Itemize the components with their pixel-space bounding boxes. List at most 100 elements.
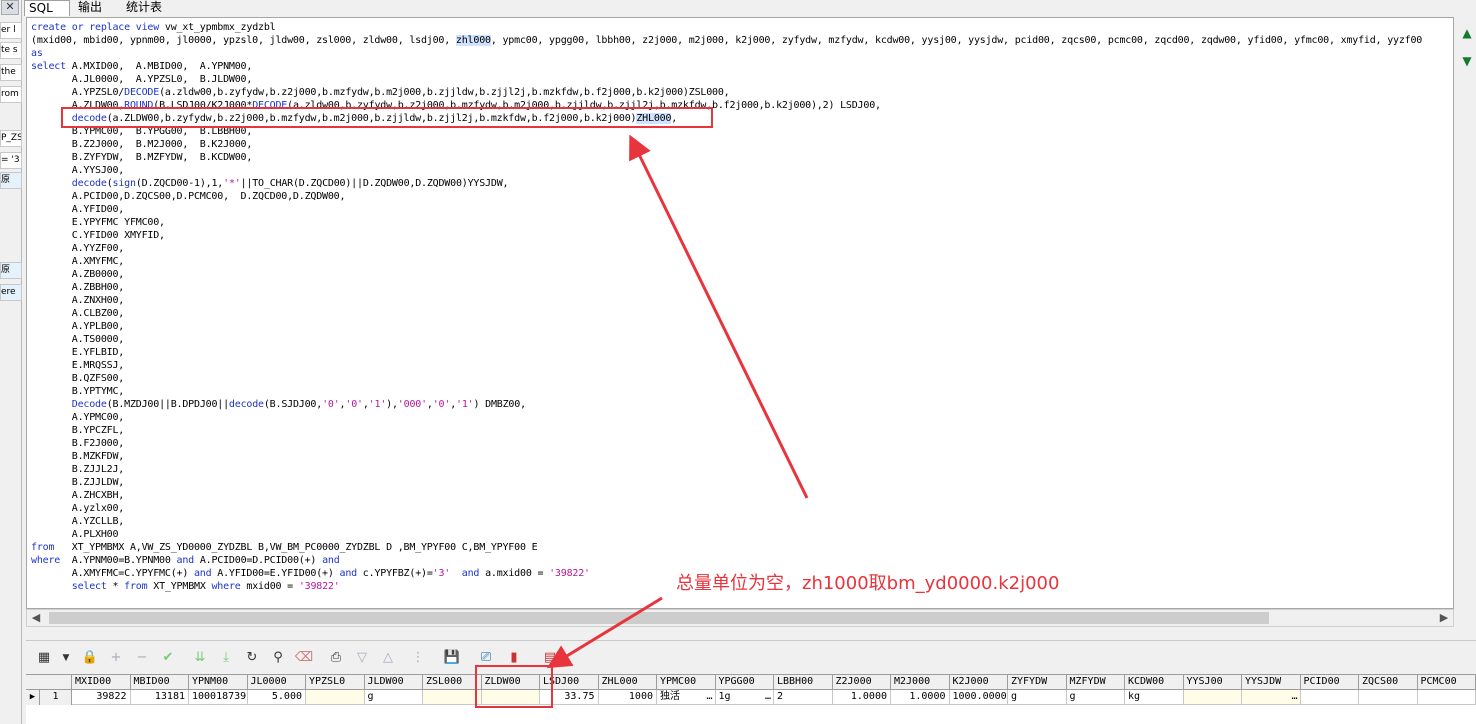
column-header-zqcs00[interactable]: ZQCS00 [1359,675,1418,690]
column-header-zsl000[interactable]: ZSL000 [423,675,482,690]
sql-token: B.Z2J000, B.M2J000, B.K2J000, [31,139,253,150]
grid-cell-mbid00[interactable]: 13181 [130,690,189,705]
sql-line: B.Z2J000, B.M2J000, B.K2J000, [31,138,253,151]
split-icon[interactable]: ⋮ [408,649,428,667]
scroll-right-icon[interactable]: ▶ [1435,610,1453,626]
cell-value: g [1069,691,1076,702]
grid-cell-z2j000[interactable]: 1.0000 [832,690,891,705]
column-header-kcdw00[interactable]: KCDW00 [1125,675,1184,690]
close-icon[interactable]: ✕ [1,0,19,15]
grid-cell-kcdw00[interactable]: kg [1125,690,1184,705]
scroll-left-icon[interactable]: ◀ [27,610,45,626]
fetch-next-icon[interactable]: ⇊ [190,649,210,667]
sql-token: '0' [345,399,363,410]
grid-cell-pcid00[interactable] [1300,690,1359,705]
grid-cell-ypzsl0[interactable] [306,690,365,705]
arrow-up-icon[interactable]: ▲ [1461,26,1473,40]
grid-cell-ypgg00[interactable]: 1g… [715,690,774,705]
horizontal-scrollbar[interactable]: ◀ ▶ [26,609,1454,627]
column-header-ypmc00[interactable]: YPMC00 [657,675,716,690]
arrow-down-icon[interactable]: ▼ [1461,54,1473,68]
sql-token: A.YPZSL0/ [31,87,125,98]
sql-token: vw_xt_ypmbmx_zydzbl [159,22,276,33]
grid-cell-ypmc00[interactable]: 独活… [657,690,716,705]
clear-record-icon[interactable]: ⌫ [294,649,314,667]
column-header-k2j000[interactable]: K2J000 [949,675,1008,690]
column-header-jl0000[interactable]: JL0000 [247,675,306,690]
grid-cell-ypnm00[interactable]: 100018739 [189,690,248,705]
column-header-pcmc00[interactable]: PCMC00 [1417,675,1476,690]
sql-token: (mxid00, mbid00, ypnm00, jl0000, ypzsl0,… [31,35,456,46]
sql-token: and [339,568,358,579]
sql-line: A.CLBZ00, [31,307,125,320]
column-header-ypnm00[interactable]: YPNM00 [189,675,248,690]
query-by-example-icon[interactable]: ⚲ [268,649,288,667]
delete-row-icon[interactable]: − [132,649,152,667]
sql-token: '1' [456,399,474,410]
column-header-mzfydw[interactable]: MZFYDW [1066,675,1125,690]
column-header-lbbh00[interactable]: LBBH00 [774,675,833,690]
column-header-zhl000[interactable]: ZHL000 [598,675,657,690]
grid-cell-zqcs00[interactable] [1359,690,1418,705]
left-panel-fragment: = '3 [0,152,22,169]
dropdown-icon[interactable]: ▼ [56,649,76,667]
column-header-z2j000[interactable]: Z2J000 [832,675,891,690]
column-header-mxid00[interactable]: MXID00 [72,675,131,690]
column-header-pcid00[interactable]: PCID00 [1300,675,1359,690]
sql-line: as [31,47,43,60]
post-changes-icon[interactable]: ✔ [158,649,178,667]
grid-cell-mxid00[interactable]: 39822 [72,690,131,705]
grid-cell-yysj00[interactable] [1183,690,1242,705]
grid-cell-m2j000[interactable]: 1.0000 [891,690,950,705]
fetch-last-icon[interactable]: ⤓ [216,649,236,667]
sql-token: A.ZBBH00, [31,282,125,293]
grid-cell-mzfydw[interactable]: g [1066,690,1125,705]
column-header-ypzsl0[interactable]: YPZSL0 [306,675,365,690]
grid-cell-lbbh00[interactable]: 2 [774,690,833,705]
row-selector-icon[interactable]: ▶ [26,690,40,705]
export-icon[interactable]: ⎙ [326,649,346,667]
sql-line: B.YPTYMC, [31,385,125,398]
add-row-icon[interactable]: + [106,649,126,667]
cell-value: 1000.0000 [952,691,1007,702]
column-header-m2j000[interactable]: M2J000 [891,675,950,690]
cell-ellipsis-button[interactable]: … [706,690,712,704]
cell-ellipsis-button[interactable]: … [765,690,771,704]
grid-cell-zhl000[interactable]: 1000 [598,690,657,705]
grid-view-icon[interactable]: ▦ [34,649,54,667]
lock-icon[interactable]: 🔒 [80,649,100,667]
sql-token: A.ZHCXBH, [31,490,125,501]
grid-cell-pcmc00[interactable] [1417,690,1476,705]
sql-token: select [31,61,66,72]
column-header-mbid00[interactable]: MBID00 [130,675,189,690]
save-icon[interactable]: 💾 [442,649,462,667]
column-header-yysjdw[interactable]: YYSJDW [1242,675,1301,690]
tab-output[interactable]: 输出 [74,0,122,16]
tab-sql[interactable]: SQL [24,0,70,16]
result-grid[interactable]: ▶ 1 MXID00 39822 MBID00 13181 YPNM00 100018739 J… [26,674,1476,724]
sql-line: A.yzlx00, [31,502,125,515]
move-up-icon[interactable]: △ [378,649,398,667]
grid-cell-zsl000[interactable] [423,690,482,705]
grid-cell-k2j000[interactable]: 1000.0000 [949,690,1008,705]
grid-cell-jldw00[interactable]: g [364,690,423,705]
column-header-jldw00[interactable]: JLDW00 [364,675,423,690]
refresh-icon[interactable]: ↻ [242,649,262,667]
column-header-ypgg00[interactable]: YPGG00 [715,675,774,690]
sql-editor[interactable]: create or replace view vw_xt_ypmbmx_zydz… [26,17,1454,609]
move-down-icon[interactable]: ▽ [352,649,372,667]
scrollbar-thumb[interactable] [49,612,1269,624]
sql-token: A.YFID00, [31,204,125,215]
sql-token: Decode [71,399,107,410]
cell-value: 1000 [628,691,653,702]
column-header-yysj00[interactable]: YYSJ00 [1183,675,1242,690]
sql-line: C.YFID00 XMYFID, [31,229,165,242]
tab-statistics[interactable]: 统计表 [122,0,182,16]
grid-cell-jl0000[interactable]: 5.000 [247,690,306,705]
column-header-zyfydw[interactable]: ZYFYDW [1008,675,1067,690]
grid-header-corner [26,675,72,690]
cell-ellipsis-button[interactable]: … [1291,690,1297,704]
left-panel-fragment: P_ZS [0,130,22,147]
grid-cell-yysjdw[interactable]: … [1242,690,1301,705]
grid-cell-zyfydw[interactable]: g [1008,690,1067,705]
